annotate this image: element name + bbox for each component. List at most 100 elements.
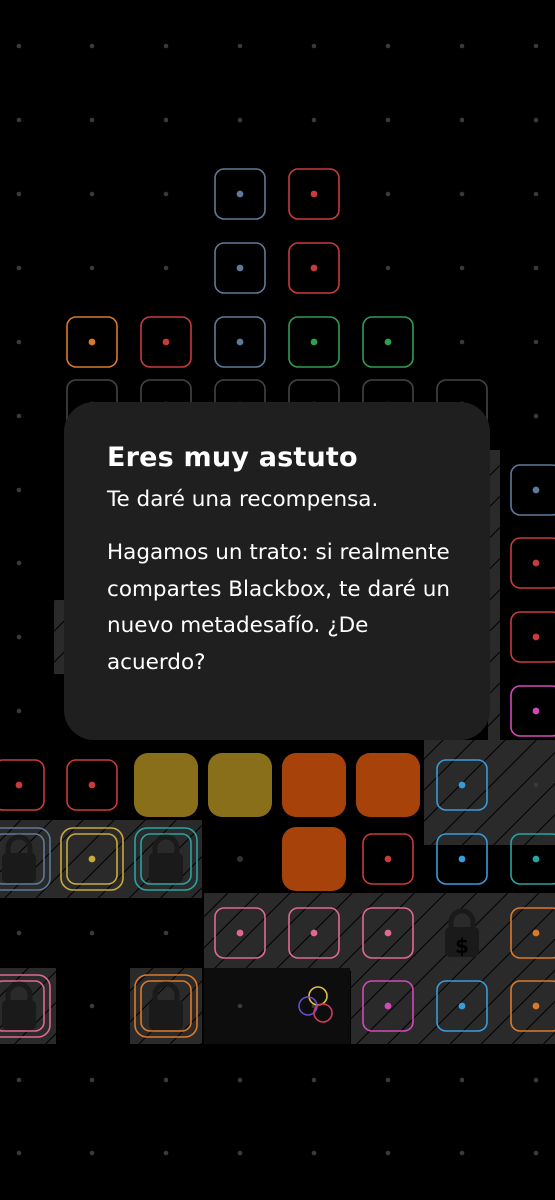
grid-dot [89,1077,95,1083]
grid-dot [459,265,465,271]
grid-dot [533,117,539,123]
grid-dot [533,1077,539,1083]
grid-dot [163,117,169,123]
dialog-body: Hagamos un trato: si realmente compartes… [107,540,450,675]
grid-dot [16,413,22,419]
grid-dot [459,1077,465,1083]
grid-dot [163,265,169,271]
grid-dot [16,930,22,936]
solid-tile [282,753,346,817]
tile-dot [236,264,244,272]
grid-dot [533,191,539,197]
dollar-sign: $ [455,934,469,958]
grid-dot [533,1150,539,1156]
grid-dot [237,1077,243,1083]
grid-dot [237,117,243,123]
reward-dialog[interactable]: Eres muy astuto Te daré una recompensa. … [64,402,490,740]
grid-dot [163,1077,169,1083]
tile-dot [310,929,318,937]
grid-dot [533,413,539,419]
grid-dot [459,117,465,123]
grid-dot [163,930,169,936]
tile-dot [532,707,540,715]
hatched-panel [351,968,555,1044]
solid-tile [208,753,272,817]
grid-dot [311,1150,317,1156]
grid-dot [89,930,95,936]
tile-dot [237,856,243,862]
tile-dot [458,781,466,789]
grid-dot [311,1077,317,1083]
grid-dot [385,1077,391,1083]
grid-dot [163,1150,169,1156]
tile-dot [384,929,392,937]
grid-dot [89,191,95,197]
grid-dot [16,265,22,271]
solid-tile [282,827,346,891]
grid-dot [459,1150,465,1156]
grid-dot [533,43,539,49]
tile-dot [532,633,540,641]
solid-tile [134,753,198,817]
grid-dot [16,117,22,123]
grid-dot [533,339,539,345]
tile-dot [532,1002,540,1010]
grid-dot [311,117,317,123]
tile-dot [532,855,540,863]
tile-dot [384,855,392,863]
tile-dot [236,929,244,937]
tile-dot [88,781,96,789]
grid-dot [459,339,465,345]
grid-dot [16,339,22,345]
grid-dot [533,265,539,271]
tile-dot [384,338,392,346]
grid-dot [16,708,22,714]
tile-dot [384,1002,392,1010]
tile-dot [532,929,540,937]
grid-dot [385,43,391,49]
grid-dot [311,43,317,49]
grid-dot [237,1003,243,1009]
solid-tile [356,753,420,817]
grid-dot [16,487,22,493]
tile-dot [162,338,170,346]
grid-dot [163,191,169,197]
grid-dot [163,43,169,49]
grid-dot [385,117,391,123]
hatched-panel [204,893,555,971]
tile-dot [236,190,244,198]
grid-dot [16,191,22,197]
grid-dot [16,1077,22,1083]
grid-dot [385,1150,391,1156]
hatched-panel [424,740,555,845]
grid-dot [237,43,243,49]
grid-dot [16,634,22,640]
grid-dot [533,782,539,788]
lock-body [149,853,183,883]
tile-dot [88,855,96,863]
grid-dot [89,43,95,49]
grid-dot [16,560,22,566]
tile-dot [532,559,540,567]
grid-dot [89,117,95,123]
tile-dot [15,781,23,789]
lock-body [2,853,36,883]
grid-dot [385,265,391,271]
lock-body [2,1000,36,1030]
tile-dot [310,190,318,198]
grid-dot [459,191,465,197]
tile-dot [458,1002,466,1010]
grid-dot [89,265,95,271]
dialog-subtitle: Te daré una recompensa. [107,487,379,512]
tile-dot [236,338,244,346]
tile-dot [532,486,540,494]
dialog-title: Eres muy astuto [107,442,358,473]
tile-dot [310,338,318,346]
grid-dot [385,191,391,197]
grid-dot [16,1150,22,1156]
grid-dot [459,43,465,49]
grid-dot [89,1003,95,1009]
grid-dot [16,43,22,49]
tile-dot [310,264,318,272]
lock-body [149,1000,183,1030]
